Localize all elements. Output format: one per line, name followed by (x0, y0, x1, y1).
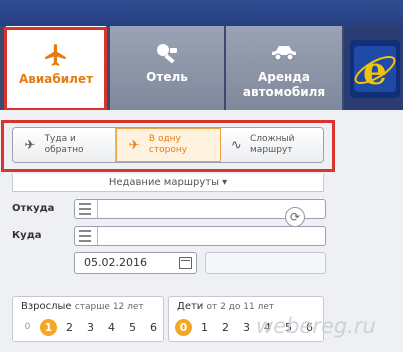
list-icon[interactable] (79, 203, 91, 215)
count-option-selected[interactable]: 0 (175, 319, 192, 336)
count-option[interactable]: 3 (238, 319, 255, 336)
depart-date-field[interactable]: 05.02.2016 (74, 252, 197, 274)
watermark: webereg.ru (256, 314, 376, 338)
list-icon[interactable] (79, 230, 91, 242)
children-sub: от 2 до 11 лет (206, 302, 275, 312)
product-tabs: Авиабилет Отель Аренда автомобиля (0, 26, 403, 110)
tab-label: Аренда автомобиля (242, 70, 326, 99)
tab-label: Авиабилет (18, 72, 94, 86)
count-option[interactable]: 4 (103, 319, 120, 336)
adults-title: Взрослые старше 12 лет (21, 301, 144, 312)
hotel-key-icon (110, 40, 224, 70)
swap-icon[interactable]: ⟳ (285, 207, 305, 227)
adults-sub: старше 12 лет (74, 302, 144, 312)
children-title: Дети от 2 до 11 лет (177, 301, 274, 312)
highlight-frame-trip (1, 120, 335, 172)
to-label: Куда (12, 230, 42, 241)
airplane-icon (6, 42, 106, 72)
count-option[interactable]: 3 (82, 319, 99, 336)
count-option[interactable]: 6 (145, 319, 162, 336)
count-option[interactable]: 0 (19, 319, 36, 336)
svg-text:e: e (363, 48, 387, 93)
count-option[interactable]: 2 (217, 319, 234, 336)
tab-label: Отель (146, 70, 188, 84)
adults-selector: Взрослые старше 12 лет 0 1 2 3 4 5 6 (12, 296, 164, 342)
divider (97, 227, 98, 245)
calendar-icon[interactable] (179, 257, 192, 269)
car-icon (226, 40, 342, 70)
count-option-selected[interactable]: 1 (40, 319, 57, 336)
adults-options: 0 1 2 3 4 5 6 (19, 319, 162, 336)
depart-date-value: 05.02.2016 (84, 256, 147, 269)
tab-airticket[interactable]: Авиабилет (6, 26, 106, 110)
adults-label: Взрослые (21, 301, 72, 312)
top-bar (0, 0, 403, 26)
return-date-field[interactable] (205, 252, 326, 274)
count-option[interactable]: 5 (124, 319, 141, 336)
tab-car-rental[interactable]: Аренда автомобиля (226, 26, 342, 110)
ie-logo-icon: e (350, 40, 400, 98)
tab-hotel[interactable]: Отель (110, 26, 224, 110)
from-label: Откуда (12, 203, 55, 214)
recent-routes-dropdown[interactable]: Недавние маршруты ▾ (12, 174, 324, 192)
count-option[interactable]: 1 (196, 319, 213, 336)
children-label: Дети (177, 301, 204, 312)
count-option[interactable]: 2 (61, 319, 78, 336)
to-field[interactable] (74, 226, 326, 246)
divider (97, 200, 98, 218)
